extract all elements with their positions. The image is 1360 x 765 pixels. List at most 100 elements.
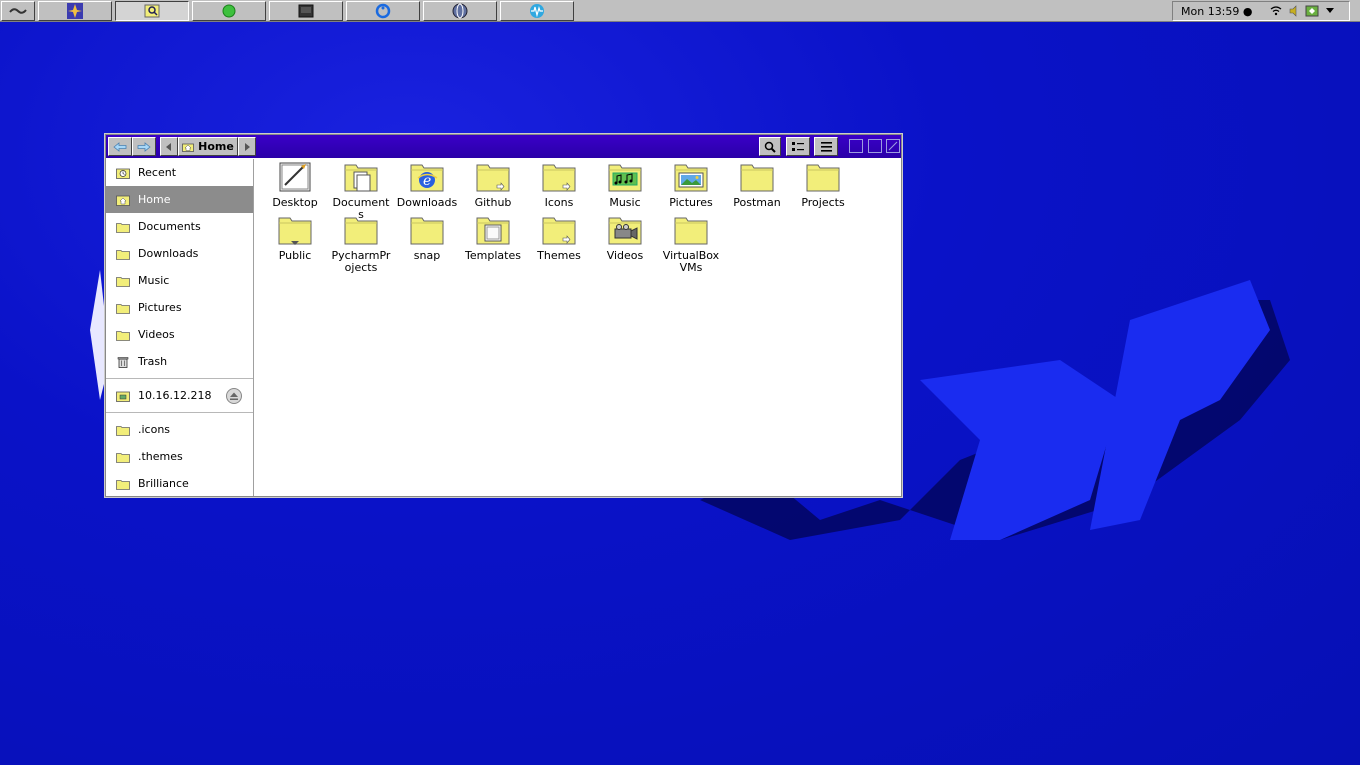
templates-folder-icon (476, 217, 510, 245)
list-view-icon (792, 141, 804, 151)
file-item-music[interactable]: Music (594, 161, 656, 209)
sidebar-item-brilliance[interactable]: Brilliance (106, 470, 253, 497)
search-button[interactable] (759, 137, 781, 156)
file-item-label: Downloads (396, 196, 458, 209)
wifi-icon[interactable] (1267, 3, 1285, 19)
sidebar-item-label: Recent (138, 166, 177, 179)
file-item-pictures[interactable]: Pictures (660, 161, 722, 209)
network-settings-icon[interactable] (1303, 3, 1321, 19)
file-item-icon (541, 161, 577, 193)
file-item-label: PycharmPr ojects (331, 249, 391, 274)
sidebar-item-icons[interactable]: .icons (106, 416, 253, 443)
hamburger-menu-button[interactable] (814, 137, 838, 156)
file-item-icon (475, 214, 511, 246)
sidebar-item-recent[interactable]: Recent (106, 159, 253, 186)
minimize-button[interactable] (849, 139, 863, 153)
sidebar-item-themes[interactable]: .themes (106, 443, 253, 470)
eject-button[interactable] (225, 387, 243, 404)
sidebar-item-label: Downloads (138, 247, 199, 260)
sidebar-item-label: Documents (138, 220, 201, 233)
applications-menu-button[interactable] (1, 1, 35, 21)
taskbar-app-4[interactable] (269, 1, 343, 21)
green-orb-icon (222, 4, 236, 18)
file-item-virtualbox-vms[interactable]: VirtualBox VMs (660, 214, 722, 274)
sidebar-item-videos[interactable]: Videos (106, 321, 253, 348)
file-item-public[interactable]: Public (264, 214, 326, 262)
sidebar-item-downloads[interactable]: Downloads (106, 240, 253, 267)
sidebar-item-music[interactable]: Music (106, 267, 253, 294)
breadcrumb-home[interactable]: Home (178, 137, 238, 156)
file-item-downloads[interactable]: e Downloads (396, 161, 458, 209)
file-item-label: Pictures (669, 196, 713, 209)
sidebar-item-label: .themes (138, 450, 183, 463)
breadcrumb-scroll-left[interactable] (160, 137, 178, 156)
view-mode-button[interactable] (786, 137, 810, 156)
file-item-videos[interactable]: Videos (594, 214, 656, 262)
file-item-themes[interactable]: Themes (528, 214, 590, 262)
breadcrumb-scroll-right[interactable] (238, 137, 256, 156)
file-item-pycharmpr-ojects[interactable]: PycharmPr ojects (330, 214, 392, 274)
sidebar-item-label: Brilliance (138, 477, 189, 490)
file-item-snap[interactable]: snap (396, 214, 458, 262)
folder-icon (806, 164, 840, 192)
headerbar: Home (106, 135, 901, 158)
sidebar-item-icon (116, 248, 130, 260)
menu-wave-icon (9, 8, 27, 14)
star-compass-icon (67, 3, 83, 19)
file-item-label: VirtualBox VMs (662, 249, 720, 274)
globe-icon (452, 3, 468, 19)
file-item-postman[interactable]: Postman (726, 161, 788, 209)
forward-button[interactable] (132, 137, 156, 156)
file-item-icon (475, 161, 511, 193)
folder-link-icon (542, 164, 576, 192)
chevron-right-icon (245, 142, 250, 151)
file-item-github[interactable]: Github (462, 161, 524, 209)
taskbar-app-7[interactable] (500, 1, 574, 21)
sidebar-item-pictures[interactable]: Pictures (106, 294, 253, 321)
file-item-label: Desktop (272, 196, 318, 209)
sidebar-item-10-16-12-218[interactable]: 10.16.12.218 (106, 382, 253, 409)
arrow-right-icon (137, 141, 151, 152)
terminal-icon (298, 4, 314, 18)
folder-icon (116, 479, 130, 490)
close-button[interactable] (886, 139, 900, 153)
file-item-desktop[interactable]: Desktop (264, 161, 326, 209)
folder-icon (116, 249, 130, 260)
maximize-button[interactable] (868, 139, 882, 153)
file-item-label: Postman (733, 196, 781, 209)
taskbar-app-3[interactable] (192, 1, 266, 21)
sidebar-item-icon (116, 302, 130, 314)
volume-icon[interactable] (1285, 3, 1303, 19)
home-folder-icon (182, 143, 195, 152)
sidebar-item-home[interactable]: Home (106, 186, 253, 213)
documents-folder-icon (344, 164, 378, 192)
file-item-documents[interactable]: Documents (330, 161, 392, 221)
taskbar-app-5[interactable] (346, 1, 420, 21)
sidebar-item-icon (116, 221, 130, 233)
home-folder-icon (116, 195, 130, 206)
file-item-icon (277, 214, 313, 246)
file-item-icon (343, 161, 379, 193)
sidebar-item-icon (116, 478, 130, 490)
hamburger-icon (820, 141, 832, 152)
file-item-templates[interactable]: Templates (462, 214, 524, 262)
taskbar-app-6[interactable] (423, 1, 497, 21)
file-item-icon (277, 161, 313, 193)
pictures-folder-icon (674, 164, 708, 192)
chevron-down-icon[interactable] (1321, 3, 1339, 19)
taskbar-app-1[interactable] (38, 1, 112, 21)
file-item-icons[interactable]: Icons (528, 161, 590, 209)
sidebar-item-label: Music (138, 274, 170, 287)
file-item-projects[interactable]: Projects (792, 161, 854, 209)
sidebar-item-trash[interactable]: Trash (106, 348, 253, 375)
back-button[interactable] (108, 137, 132, 156)
breadcrumb-home-label: Home (198, 140, 234, 153)
waveform-icon (530, 4, 544, 18)
sidebar-item-icon (116, 356, 130, 368)
file-item-label: Public (278, 249, 312, 262)
clock[interactable]: Mon 13:59 ● (1181, 5, 1267, 18)
sidebar-item-icon (116, 424, 130, 436)
taskbar-app-2[interactable] (115, 1, 189, 21)
file-item-label: Projects (801, 196, 845, 209)
sidebar-item-documents[interactable]: Documents (106, 213, 253, 240)
